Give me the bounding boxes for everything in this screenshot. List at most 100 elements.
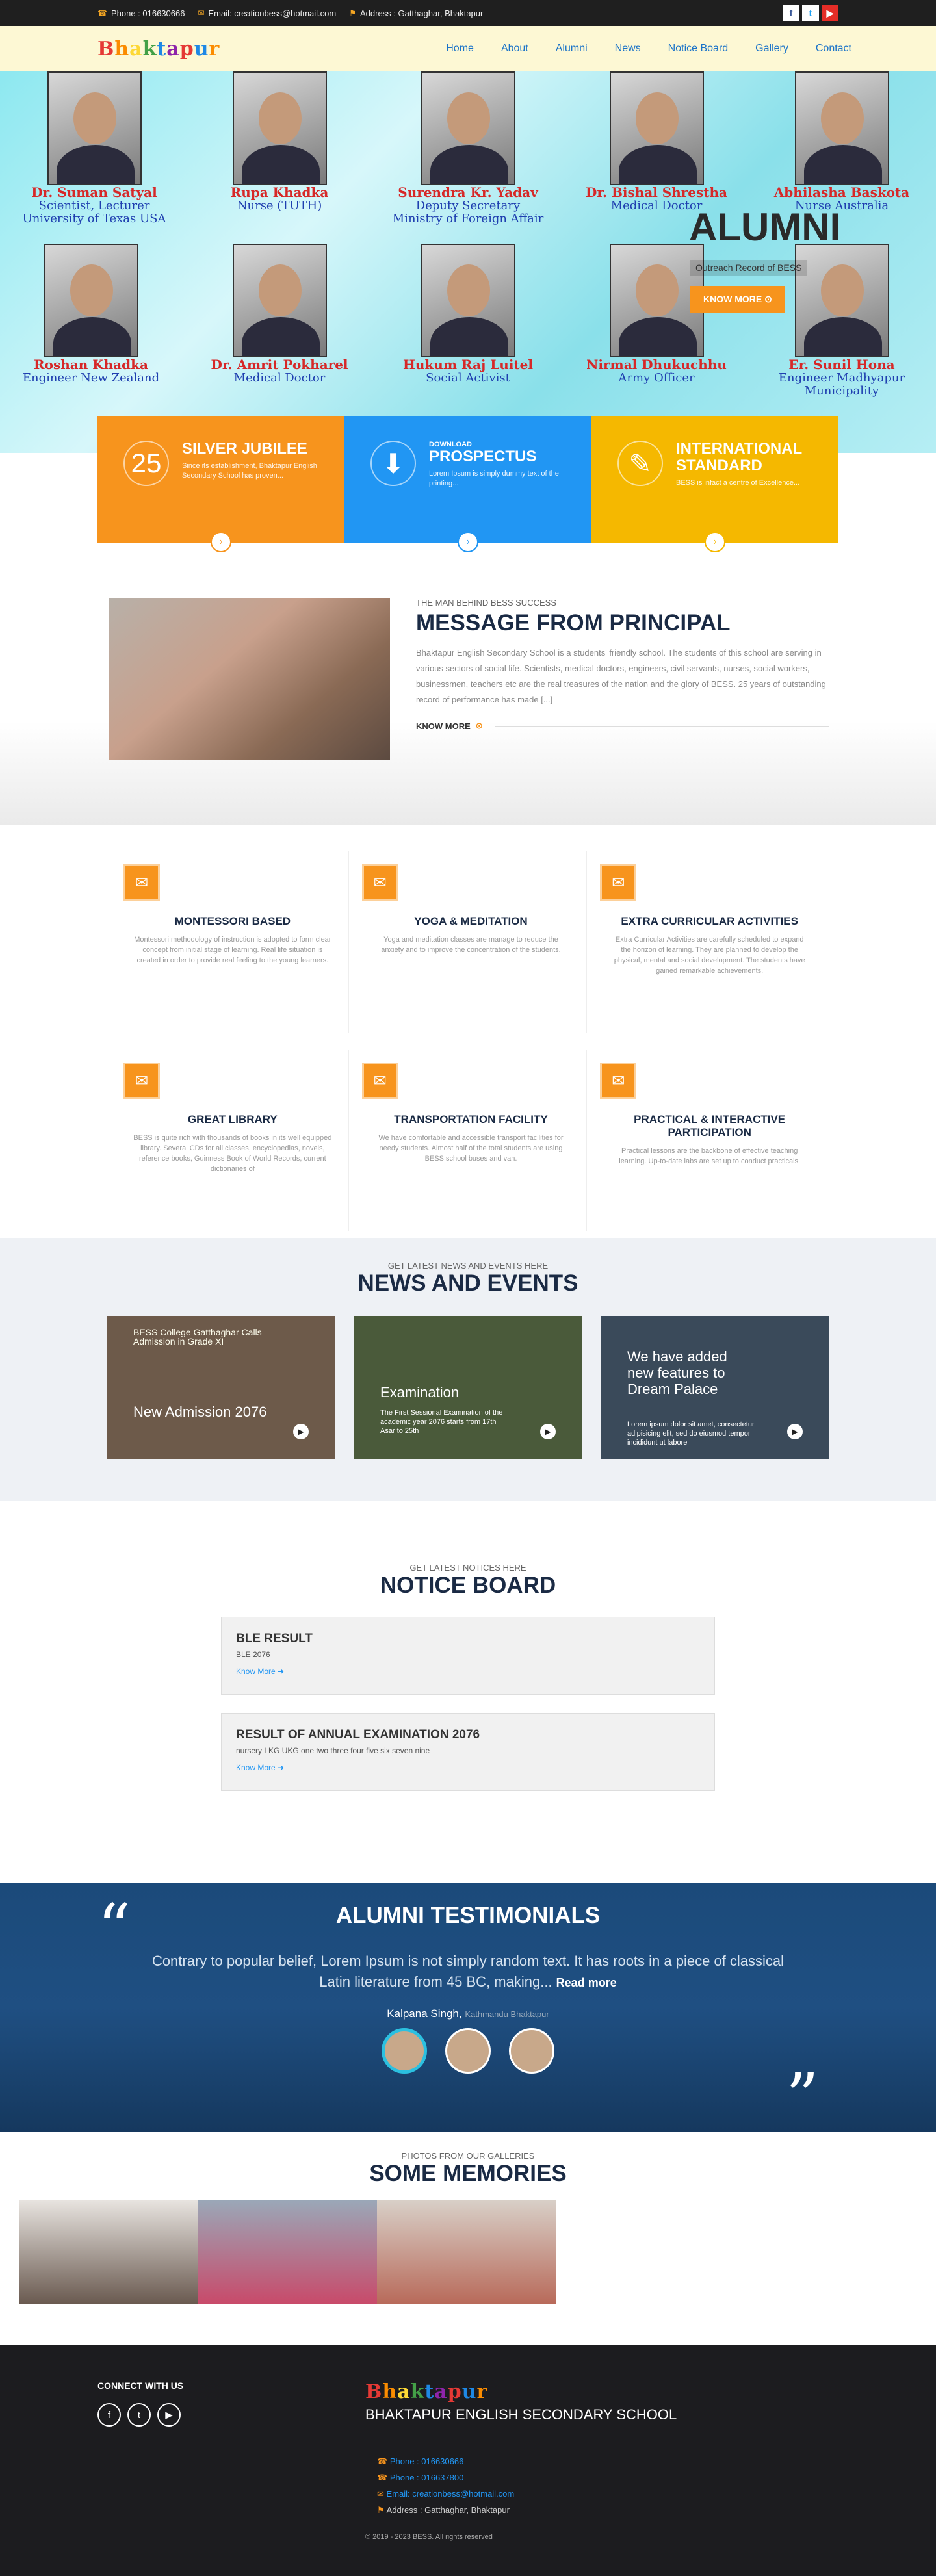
alumni-photo (794, 71, 889, 185)
alumni-photo (609, 71, 704, 185)
principal-photo (109, 598, 390, 760)
notice-item: BLE RESULT BLE 2076 Know More ➜ (221, 1617, 715, 1695)
download-icon: ⬇ (370, 441, 416, 486)
phone-icon: ☎ (98, 8, 107, 18)
chevron-right-icon[interactable]: › (211, 532, 231, 552)
twitter-icon[interactable]: t (802, 5, 819, 21)
notice-item: RESULT OF ANNUAL EXAMINATION 2076 nurser… (221, 1713, 715, 1791)
notice-section: GET LATEST NOTICES HERE NOTICE BOARD BLE… (0, 1563, 936, 1881)
gallery-photo[interactable] (198, 2200, 377, 2304)
testimonial-quote: Contrary to popular belief, Lorem Ipsum … (151, 1953, 785, 1990)
footer-phone[interactable]: ☎ Phone : 016637800 (377, 2473, 463, 2483)
service-card: ✉ GREAT LIBRARY BESS is quite rich with th… (110, 1050, 349, 1231)
service-icon: ✉ (600, 1063, 637, 1099)
service-card: ✉ TRANSPORTATION FACILITY We have comforta… (349, 1050, 588, 1231)
avatar[interactable] (445, 2028, 491, 2074)
feature-prospectus[interactable]: ⬇ DOWNLOAD PROSPECTUS Lorem Ipsum is simpl… (344, 416, 592, 552)
play-icon[interactable]: ▶ (540, 1424, 556, 1439)
service-icon: ✉ (124, 864, 160, 901)
alumni-name: Rupa Khadka (230, 185, 329, 200)
news-card[interactable]: Examination The First Sessional Examinat… (354, 1316, 582, 1459)
alumni-photo (232, 71, 327, 185)
feature-silver-jubilee[interactable]: 25 SILVER JUBILEE Since its establishment… (98, 416, 344, 552)
alumni-photo (794, 244, 889, 357)
alumni-card: Dr. Bishal Shrestha Medical Doctor (578, 71, 734, 213)
testimonials-section: “ ” ALUMNI TESTIMONIALS Contrary to popu… (0, 1883, 936, 2135)
gallery-photo[interactable] (377, 2200, 556, 2304)
notice-title: NOTICE BOARD (380, 1573, 556, 1598)
news-card[interactable]: We have added new features to Dream Pala… (601, 1316, 829, 1459)
service-card: ✉ MONTESSORI BASED Montessori methodology … (110, 851, 349, 1033)
nav-gallery[interactable]: Gallery (755, 43, 788, 55)
hero-know-more-button[interactable]: KNOW MORE ⊙ (690, 286, 785, 313)
service-card: ✉ PRACTICAL & INTERACTIVE PARTICIPATION Pr… (587, 1050, 826, 1231)
feature-international-standard[interactable]: ✎ INTERNATIONAL STANDARD BESS is infact a… (592, 416, 838, 552)
footer-logo[interactable]: Bhaktapur (365, 2380, 488, 2403)
map-pin-icon: ⚑ (349, 8, 356, 18)
quote-open-icon: “ (98, 1890, 131, 1966)
youtube-icon[interactable]: ▶ (822, 5, 838, 21)
notice-know-more-link[interactable]: Know More ➜ (236, 1763, 284, 1772)
principal-title: MESSAGE FROM PRINCIPAL (416, 610, 731, 636)
alumni-name: Surendra Kr. Yadav (398, 185, 538, 200)
youtube-icon[interactable]: ▶ (157, 2403, 181, 2427)
email-icon: ✉ (198, 8, 205, 18)
gallery-photo[interactable] (20, 2200, 198, 2304)
read-more-link[interactable]: Read more (556, 1976, 617, 1989)
alumni-role: Deputy Secretary Ministry of Foreign Aff… (392, 199, 544, 225)
alumni-name: Dr. Suman Satyal (31, 185, 157, 200)
alumni-card: Abhilasha Baskota Nurse Australia (764, 71, 920, 213)
nav-alumni[interactable]: Alumni (556, 43, 588, 55)
phone-icon: ☎ (377, 2456, 388, 2466)
main-nav: Bhaktapur Home About Alumni News Notice … (0, 26, 936, 71)
email-info[interactable]: ✉ Email: creationbess@hotmail.com (198, 8, 336, 18)
avatar[interactable] (509, 2028, 554, 2074)
news-card[interactable]: BESS College Gatthaghar Calls Admission … (107, 1316, 335, 1459)
nav-home[interactable]: Home (446, 43, 474, 55)
alumni-card: Roshan Khadka Engineer New Zealand (13, 244, 169, 385)
memories-title: SOME MEMORIES (369, 2161, 567, 2186)
copyright: © 2019 - 2023 BESS. All rights reserved (365, 2533, 493, 2541)
site-logo[interactable]: Bhaktapur (98, 38, 220, 60)
map-pin-icon: ⚑ (377, 2505, 385, 2515)
alumni-role: Engineer New Zealand (22, 371, 160, 385)
chevron-right-icon[interactable]: › (458, 532, 478, 552)
testimonials-title: ALUMNI TESTIMONIALS (335, 1903, 601, 1928)
nav-notice-board[interactable]: Notice Board (668, 43, 729, 55)
alumni-card: Dr. Suman Satyal Scientist, Lecturer Univ… (16, 71, 172, 225)
footer-email[interactable]: ✉ Email: creationbess@hotmail.com (377, 2489, 514, 2499)
alumni-role: Social Activist (426, 371, 510, 385)
memories-section: PHOTOS FROM OUR GALLERIES SOME MEMORIES (0, 2151, 936, 2304)
service-icon: ✉ (361, 864, 398, 901)
alumni-role: Engineer Madhyapur Municipality (778, 371, 905, 398)
nav-about[interactable]: About (501, 43, 528, 55)
alumni-photo (421, 244, 515, 357)
hero-subtitle: Outreach Record of BESS (690, 260, 807, 276)
nav-contact[interactable]: Contact (816, 43, 852, 55)
hero-banner: Dr. Suman Satyal Scientist, Lecturer Univ… (0, 71, 936, 453)
feature-boxes: 25 SILVER JUBILEE Since its establishment… (98, 416, 838, 552)
footer-phone[interactable]: ☎ Phone : 016630666 (377, 2456, 463, 2467)
alumni-card: Rupa Khadka Nurse (TUTH) (202, 71, 358, 213)
principal-know-more-link[interactable]: KNOW MORE ⊙ (416, 721, 829, 731)
alumni-photo (47, 71, 142, 185)
chevron-right-icon[interactable]: › (705, 532, 725, 552)
service-icon: ✉ (600, 864, 637, 901)
footer-address: ⚑ Address : Gatthaghar, Bhaktapur (377, 2505, 510, 2515)
twitter-icon[interactable]: t (127, 2403, 151, 2427)
alumni-name: Abhilasha Baskota (774, 185, 910, 200)
quote-close-icon: ” (785, 2059, 819, 2135)
notice-know-more-link[interactable]: Know More ➜ (236, 1667, 284, 1676)
services-grid: ✉ MONTESSORI BASED Montessori methodology … (110, 851, 826, 1231)
facebook-icon[interactable]: f (783, 5, 800, 21)
nav-news[interactable]: News (615, 43, 641, 55)
play-icon[interactable]: ▶ (293, 1424, 309, 1439)
alumni-name: Hukum Raj Luitel (403, 357, 533, 372)
service-card: ✉ EXTRA CURRICULAR ACTIVITIES Extra Curric… (587, 851, 826, 1033)
avatar[interactable] (382, 2028, 427, 2074)
phone-info: ☎ Phone : 016630666 (98, 8, 185, 18)
address-info: ⚑ Address : Gatthaghar, Bhaktapur (349, 8, 484, 18)
play-icon[interactable]: ▶ (787, 1424, 803, 1439)
facebook-icon[interactable]: f (98, 2403, 121, 2427)
alumni-name: Er. Sunil Hona (788, 357, 895, 372)
